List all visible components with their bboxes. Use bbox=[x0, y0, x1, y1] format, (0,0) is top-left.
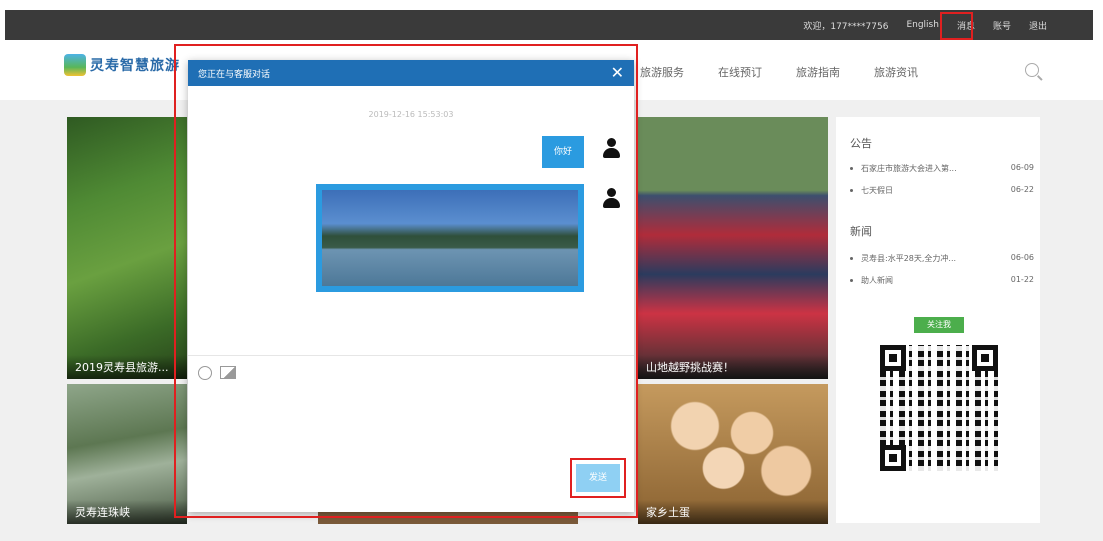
notice-title: 公告 bbox=[850, 137, 872, 150]
tile-caption: 家乡土蛋 bbox=[638, 500, 828, 524]
tile-race[interactable]: 山地越野挑战赛！ bbox=[638, 117, 828, 379]
news-item[interactable]: 助人新闻 01-22 bbox=[850, 275, 1034, 286]
main-nav: 旅游服务 在线预订 旅游指南 旅游资讯 bbox=[640, 64, 918, 80]
follow-button[interactable]: 关注我 bbox=[914, 317, 964, 333]
logo-icon bbox=[64, 54, 86, 76]
logo-text: 灵寿智慧旅游 bbox=[90, 58, 180, 74]
logout-link[interactable]: 退出 bbox=[1029, 19, 1047, 32]
tile-caption: 山地越野挑战赛！ bbox=[638, 355, 828, 379]
news-item[interactable]: 灵寿县:水平28天,全力冲... 06-06 bbox=[850, 253, 1034, 264]
qr-code bbox=[880, 345, 998, 471]
dialog-highlight bbox=[174, 44, 638, 518]
topbar-links: 欢迎，177****7756 English 消息 账号 退出 bbox=[803, 10, 1047, 40]
tile-eggs[interactable]: 家乡土蛋 bbox=[638, 384, 828, 524]
nav-item-guide[interactable]: 旅游指南 bbox=[796, 64, 840, 80]
tile-caption: 2019灵寿县旅游... bbox=[67, 355, 187, 379]
tile-caption: 灵寿连珠峡 bbox=[67, 500, 187, 524]
notice-item[interactable]: 七天假日 06-22 bbox=[850, 185, 1034, 196]
top-bar: 欢迎，177****7756 English 消息 账号 退出 bbox=[5, 10, 1093, 40]
english-link[interactable]: English bbox=[906, 20, 939, 30]
tile-forest[interactable]: 2019灵寿县旅游... bbox=[67, 117, 187, 379]
account-link[interactable]: 账号 bbox=[993, 19, 1011, 32]
welcome-text: 欢迎，177****7756 bbox=[803, 21, 889, 32]
logo[interactable]: 灵寿智慧旅游 bbox=[64, 54, 180, 76]
tile-rocks[interactable]: 灵寿连珠峡 bbox=[67, 384, 187, 524]
message-highlight bbox=[940, 12, 973, 40]
news-title: 新闻 bbox=[850, 225, 872, 238]
send-highlight bbox=[570, 458, 626, 498]
notice-item[interactable]: 石家庄市旅游大会进入第... 06-09 bbox=[850, 163, 1034, 174]
sidebar: 公告 石家庄市旅游大会进入第... 06-09 七天假日 06-22 新闻 灵寿… bbox=[836, 117, 1040, 523]
nav-item-news[interactable]: 旅游资讯 bbox=[874, 64, 918, 80]
search-icon[interactable] bbox=[1025, 63, 1039, 77]
nav-item-service[interactable]: 旅游服务 bbox=[640, 64, 684, 80]
nav-item-booking[interactable]: 在线预订 bbox=[718, 64, 762, 80]
